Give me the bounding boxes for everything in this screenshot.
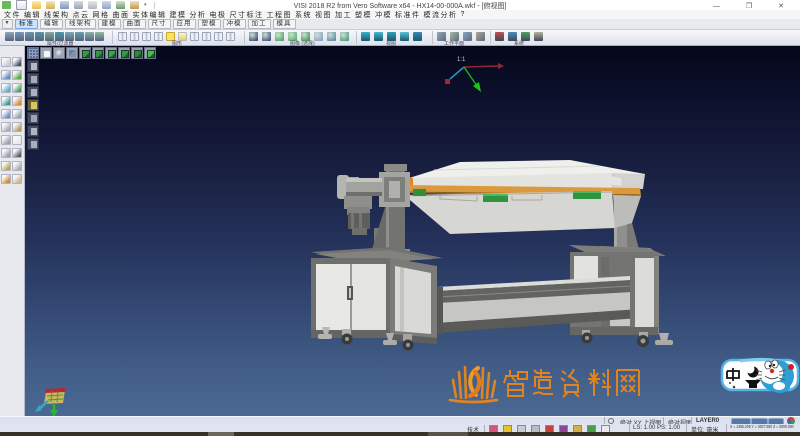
svg-text:1:1: 1:1 (457, 57, 466, 63)
